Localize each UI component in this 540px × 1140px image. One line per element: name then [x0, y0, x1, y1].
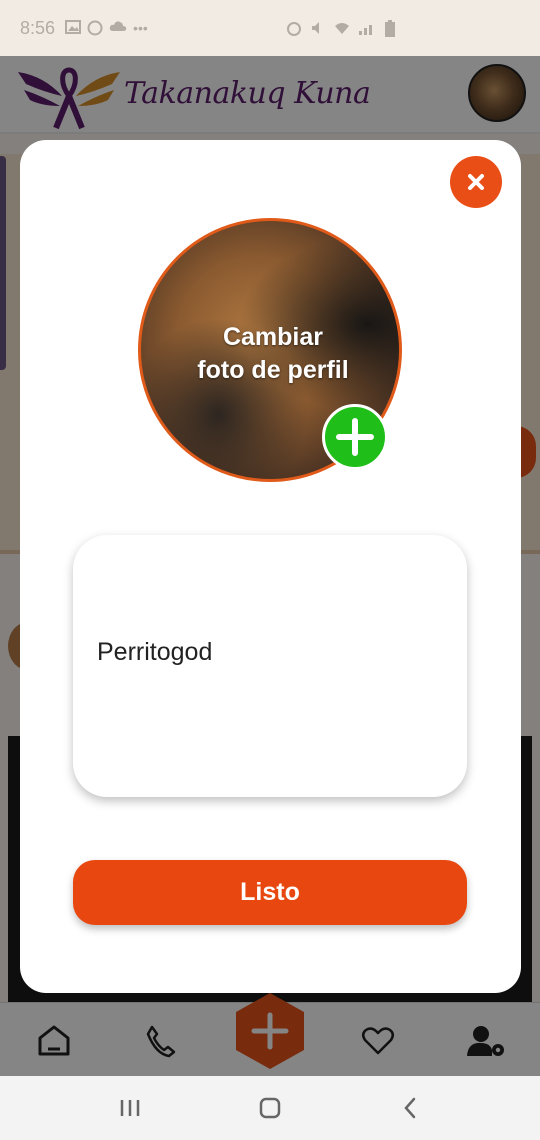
back-button[interactable] [390, 1088, 430, 1128]
close-button[interactable] [450, 156, 502, 208]
edit-profile-modal: Cambiar foto de perfil Listo [20, 140, 521, 993]
mute-icon [312, 22, 319, 34]
name-card [73, 535, 467, 797]
battery-icon [385, 20, 395, 37]
change-photo-label-line2: foto de perfil [197, 356, 349, 384]
more-notifications-icon: ••• [133, 20, 148, 36]
change-photo-label: Cambiar foto de perfil [141, 321, 399, 387]
recent-apps-icon [120, 1100, 140, 1116]
status-time: 8:56 [20, 17, 56, 38]
plus-icon [336, 418, 374, 456]
status-system-icons [286, 20, 396, 38]
back-icon [404, 1097, 416, 1119]
profile-photo-picker[interactable]: Cambiar foto de perfil [138, 218, 402, 482]
add-photo-button[interactable] [322, 404, 388, 470]
wifi-icon [335, 23, 349, 34]
home-button[interactable] [250, 1088, 290, 1128]
gallery-icon [65, 20, 82, 34]
status-notification-icons: ••• [65, 20, 148, 36]
system-nav-bar [0, 1076, 540, 1140]
signal-icon [359, 25, 372, 35]
cloud-icon [109, 21, 127, 31]
done-button[interactable]: Listo [73, 860, 467, 925]
status-bar: 8:56 ••• [0, 0, 540, 56]
name-input[interactable] [97, 635, 437, 669]
alarm-icon [287, 22, 301, 36]
change-photo-label-line1: Cambiar [222, 323, 324, 351]
recent-apps-button[interactable] [110, 1088, 150, 1128]
close-icon [468, 174, 484, 190]
home-circle-icon [259, 1097, 281, 1119]
whatsapp-icon [87, 20, 103, 36]
